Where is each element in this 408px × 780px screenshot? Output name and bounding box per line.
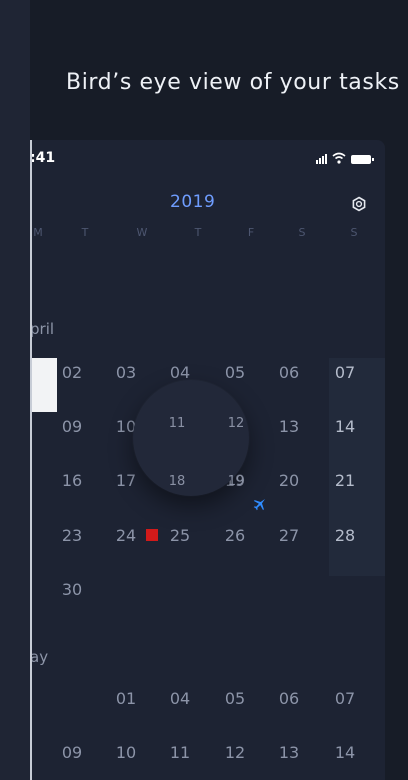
calendar-day[interactable]: 09	[55, 743, 89, 762]
left-edge-strip	[0, 0, 30, 780]
calendar-day[interactable]: 21	[328, 471, 362, 490]
calendar-day[interactable]: 30	[55, 580, 89, 599]
calendar-day[interactable]: 14	[328, 417, 362, 436]
settings-icon[interactable]	[351, 196, 367, 212]
month-label-april: pril	[30, 320, 55, 338]
calendar-day[interactable]: 06	[272, 363, 306, 382]
airplane-icon[interactable]	[252, 496, 268, 512]
calendar-day[interactable]: 05	[218, 363, 252, 382]
weekday-label: S	[298, 226, 306, 239]
calendar-day[interactable]: 01	[109, 689, 143, 708]
calendar-day[interactable]: 13	[272, 417, 306, 436]
calendar-day[interactable]: 25	[163, 526, 197, 545]
lens-day: 19	[227, 474, 245, 489]
calendar-day[interactable]: 14	[328, 743, 362, 762]
lens-day: 18	[168, 474, 186, 489]
calendar-day[interactable]: 13	[272, 743, 306, 762]
calendar-day[interactable]: 17	[109, 471, 143, 490]
promo-headline: Bird’s eye view of your tasks	[66, 70, 400, 95]
calendar-day[interactable]: 23	[55, 526, 89, 545]
calendar-day[interactable]: 20	[272, 471, 306, 490]
calendar-day[interactable]: 10	[109, 743, 143, 762]
calendar-day[interactable]: 05	[218, 689, 252, 708]
cellular-signal-icon	[316, 154, 327, 164]
event-marker-red-square[interactable]	[146, 529, 158, 541]
phone-calendar-screen: :41 2019 M T W T F S S pril 02 03 04 05 …	[30, 140, 385, 780]
calendar-day[interactable]: 12	[218, 743, 252, 762]
calendar-day[interactable]: 11	[163, 743, 197, 762]
calendar-day[interactable]: 24	[109, 526, 143, 545]
weekday-label: F	[247, 226, 255, 239]
calendar-day[interactable]: 04	[163, 689, 197, 708]
wifi-icon	[332, 152, 346, 164]
calendar-year[interactable]: 2019	[170, 192, 215, 212]
lens-day: 11	[168, 416, 186, 431]
calendar-day[interactable]: 07	[328, 363, 362, 382]
weekday-label: M	[33, 226, 43, 239]
calendar-day[interactable]: 09	[55, 417, 89, 436]
weekday-label: W	[136, 226, 148, 239]
status-icons	[316, 152, 374, 164]
calendar-day[interactable]: 06	[272, 689, 306, 708]
weekday-label: T	[81, 226, 89, 239]
calendar-day[interactable]: 27	[272, 526, 306, 545]
selected-day-block[interactable]	[30, 358, 57, 412]
calendar-day[interactable]: 26	[218, 526, 252, 545]
phone-left-bezel	[30, 140, 32, 780]
month-label-may: ay	[30, 648, 49, 666]
lens-day: 12	[227, 416, 245, 431]
calendar-day[interactable]: 28	[328, 526, 362, 545]
status-time: :41	[30, 150, 56, 166]
calendar-day[interactable]: 16	[55, 471, 89, 490]
calendar-day[interactable]: 03	[109, 363, 143, 382]
weekday-label: T	[194, 226, 202, 239]
calendar-day[interactable]: 02	[55, 363, 89, 382]
zoom-lens[interactable]: 11 12 18 19	[133, 380, 249, 496]
weekday-label: S	[350, 226, 358, 239]
battery-icon	[351, 155, 374, 164]
calendar-day[interactable]: 07	[328, 689, 362, 708]
